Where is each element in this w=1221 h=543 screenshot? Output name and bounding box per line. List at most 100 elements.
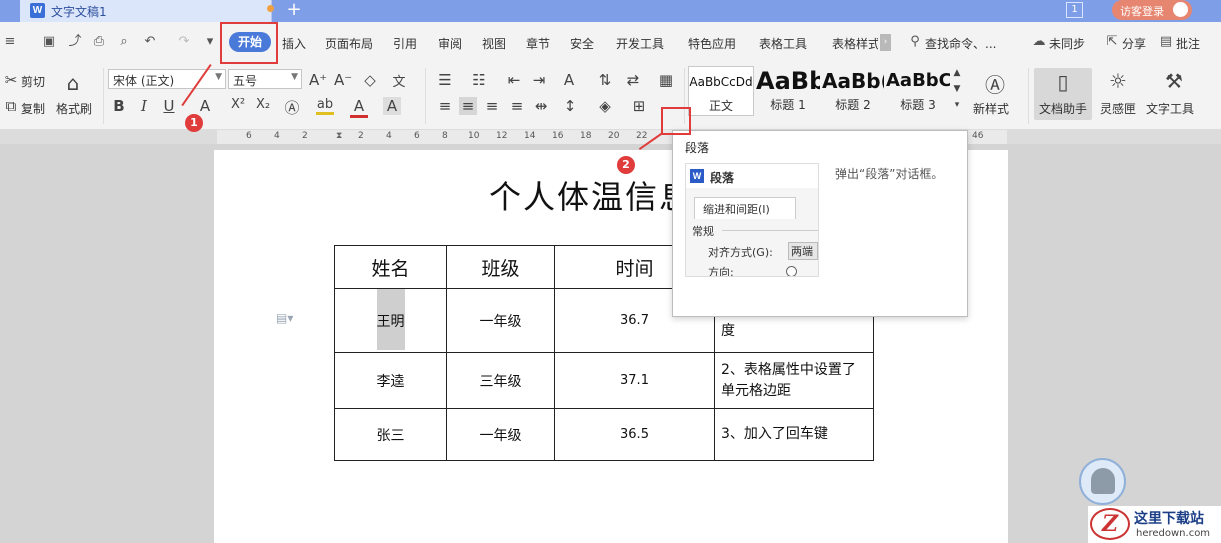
table-insert-icon[interactable]: ▦ — [657, 71, 675, 89]
table-cell[interactable]: 王明 — [334, 288, 447, 353]
style-heading-1[interactable]: AaBb 标题 1 — [756, 66, 820, 116]
align-center-icon[interactable]: ≡ — [459, 97, 477, 115]
export-icon[interactable]: ⤴ — [67, 34, 83, 50]
command-search[interactable]: 查找命令、... — [925, 35, 996, 52]
strikethrough-icon[interactable]: A — [196, 97, 214, 115]
document-title[interactable]: 个人体温信息 — [489, 172, 693, 218]
undo-icon[interactable]: ↶ — [142, 34, 158, 50]
comment-button[interactable]: 批注 — [1176, 35, 1200, 52]
doc-assistant-button[interactable]: ▯ 文档助手 — [1034, 68, 1092, 120]
show-marks-icon[interactable]: ⇄ — [624, 71, 642, 89]
grow-font-icon[interactable]: A⁺ — [309, 71, 327, 89]
table-header-cell[interactable]: 班级 — [446, 245, 555, 289]
indent-marker-icon[interactable]: ⧗ — [336, 131, 342, 141]
superscript-button[interactable]: X² — [229, 97, 247, 112]
inspiration-button[interactable]: 灵感匣 — [1100, 100, 1136, 117]
gallery-expand-icon[interactable]: ▾ — [951, 100, 963, 110]
table-cell[interactable]: 张三 — [334, 408, 447, 461]
chinese-layout-icon[interactable]: A — [560, 71, 578, 89]
distribute-icon[interactable]: ⇹ — [532, 97, 550, 115]
style-normal[interactable]: AaBbCcDd 正文 — [688, 66, 754, 116]
text-tools-button[interactable]: 文字工具 — [1146, 100, 1194, 117]
table-cell[interactable]: 一年级 — [446, 408, 555, 461]
floating-assistant-button[interactable] — [1079, 458, 1126, 505]
sort-icon[interactable]: ⇅ — [596, 71, 614, 89]
tab-view[interactable]: 视图 — [482, 35, 506, 52]
format-painter-button[interactable]: 格式刷 — [56, 100, 92, 117]
ruler-number: 4 — [274, 131, 280, 141]
font-name-select[interactable]: 宋体 (正文) ▼ — [108, 69, 226, 89]
align-left-icon[interactable]: ≡ — [436, 97, 454, 115]
text-effect-icon[interactable]: Ⓐ — [283, 97, 301, 118]
document-tab[interactable]: W 文字文稿1 — [20, 0, 274, 22]
char-shading-icon[interactable]: A — [383, 97, 401, 115]
tab-table-style[interactable]: 表格样式 — [832, 35, 878, 52]
window-count-badge[interactable]: 1 — [1066, 2, 1083, 18]
cut-button[interactable]: 剪切 — [21, 73, 45, 90]
sync-status[interactable]: 未同步 — [1049, 35, 1085, 52]
copy-icon: ⧉ — [5, 97, 17, 115]
font-size-select[interactable]: 五号 ▼ — [228, 69, 302, 89]
tab-page-layout[interactable]: 页面布局 — [325, 35, 373, 52]
pinyin-icon[interactable]: 文 — [390, 71, 408, 90]
tab-features[interactable]: 特色应用 — [688, 35, 736, 52]
tab-references[interactable]: 引用 — [393, 35, 417, 52]
table-cell[interactable]: 37.1 — [554, 352, 715, 409]
underline-button[interactable]: U — [160, 97, 178, 115]
copy-button[interactable]: 复制 — [21, 100, 45, 117]
bullets-icon[interactable]: ☰ — [436, 71, 454, 89]
clear-format-icon[interactable]: ◇ — [361, 71, 379, 89]
customize-toolbar-icon[interactable]: ▾ — [202, 34, 218, 50]
borders-icon[interactable]: ⊞ — [630, 97, 648, 115]
tab-table-tools[interactable]: 表格工具 — [759, 35, 807, 52]
new-style-button[interactable]: 新样式 — [973, 100, 1009, 117]
new-tab-button[interactable]: + — [285, 0, 303, 22]
table-cell[interactable]: 3、加入了回车键 — [714, 408, 874, 461]
tab-review[interactable]: 审阅 — [438, 35, 462, 52]
table-cell[interactable]: 一年级 — [446, 288, 555, 353]
save-icon[interactable]: ▣ — [41, 34, 57, 50]
lightbulb-icon: ☼ — [1109, 69, 1127, 93]
divider — [722, 230, 818, 231]
menu-toggle-icon[interactable]: ≡ — [2, 34, 18, 50]
justify-icon[interactable]: ≡ — [508, 97, 526, 115]
table-cell[interactable]: 2、表格属性中设置了单元格边距 — [714, 352, 874, 409]
shading-icon[interactable]: ◈ — [596, 97, 614, 115]
font-color-icon[interactable]: A — [350, 97, 368, 118]
ruler-number: 12 — [496, 131, 508, 141]
table-header-cell[interactable]: 姓名 — [334, 245, 447, 289]
style-sample: AaBb( — [822, 69, 884, 92]
align-right-icon[interactable]: ≡ — [483, 97, 501, 115]
decrease-indent-icon[interactable]: ⇤ — [505, 71, 523, 89]
print-preview-icon[interactable]: ⌕ — [116, 34, 132, 50]
scroll-down-icon[interactable]: ▼ — [951, 84, 963, 94]
bold-button[interactable]: B — [110, 97, 128, 115]
shrink-font-icon[interactable]: A⁻ — [334, 71, 352, 89]
tab-developer[interactable]: 开发工具 — [616, 35, 664, 52]
numbering-icon[interactable]: ☷ — [470, 71, 488, 89]
table-cell[interactable]: 三年级 — [446, 352, 555, 409]
tab-chapter[interactable]: 章节 — [526, 35, 550, 52]
subscript-button[interactable]: X₂ — [254, 97, 272, 112]
highlight-icon[interactable]: ab — [316, 97, 334, 115]
share-button[interactable]: 分享 — [1122, 35, 1146, 52]
document-side-icon[interactable]: ▤▾ — [276, 311, 298, 325]
robot-icon — [1091, 468, 1115, 494]
table-cell[interactable]: 36.5 — [554, 408, 715, 461]
line-spacing-icon[interactable]: ↕ — [561, 97, 579, 115]
italic-button[interactable]: I — [135, 97, 153, 115]
tab-security[interactable]: 安全 — [570, 35, 594, 52]
increase-indent-icon[interactable]: ⇥ — [530, 71, 548, 89]
style-heading-3[interactable]: AaBbC( 标题 3 — [886, 66, 950, 116]
redo-icon[interactable]: ↷ — [176, 34, 192, 50]
guest-login-button[interactable]: 访客登录 — [1112, 0, 1192, 20]
style-sample: AaBbC( — [886, 70, 950, 91]
table-cell[interactable]: 李逵 — [334, 352, 447, 409]
dialog-preview-title: 段落 — [710, 171, 735, 185]
scroll-up-icon[interactable]: ▲ — [951, 68, 963, 78]
style-heading-2[interactable]: AaBb( 标题 2 — [822, 66, 884, 116]
share-icon: ⇱ — [1106, 34, 1118, 49]
tab-insert[interactable]: 插入 — [282, 35, 306, 52]
print-icon[interactable]: ⎙ — [91, 34, 107, 50]
chevron-right-icon[interactable]: › — [880, 34, 891, 51]
